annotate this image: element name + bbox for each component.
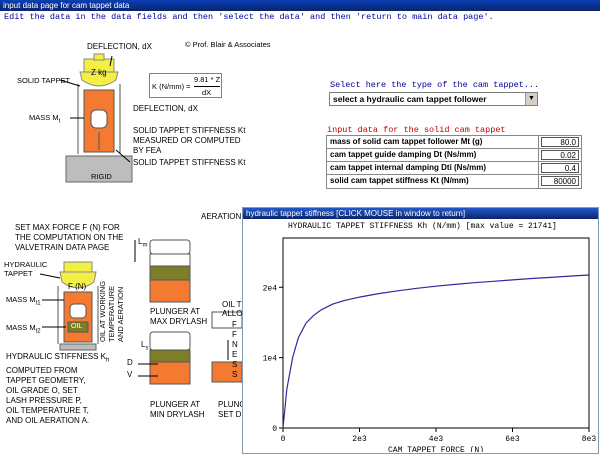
chevron-down-icon[interactable]: ▼ bbox=[525, 93, 537, 105]
hydraulic-tappet-label: HYDRAULIC TAPPET bbox=[4, 260, 48, 278]
tappet-type-select-value: select a hydraulic cam tappet follower bbox=[333, 94, 487, 104]
window-title-bar: input data page for cam tappet data bbox=[0, 0, 600, 11]
aeration-label: AERATION bbox=[201, 212, 242, 221]
instructions-text: Edit the data in the data fields and the… bbox=[4, 12, 494, 22]
oil-label: OIL bbox=[71, 323, 83, 330]
form-title: input data for the solid cam tappet bbox=[327, 125, 506, 135]
formula-divider bbox=[194, 86, 220, 87]
deflection-top-label: DEFLECTION, dX bbox=[87, 42, 152, 51]
solid-stiffness-arrow-label: SOLID TAPPET STIFFNESS Kt bbox=[133, 158, 246, 167]
y-tick-label: 0 bbox=[272, 425, 277, 434]
stiffness-formula-box: K (N/mm) = 9.81 * Z dX bbox=[149, 73, 222, 98]
stiffness-chart-window[interactable]: hydraulic tappet stiffness [CLICK MOUSE … bbox=[242, 207, 599, 454]
solid-stiffness-text: SOLID TAPPET STIFFNESS Kt MEASURED OR CO… bbox=[133, 126, 246, 155]
lm-label: Lm bbox=[138, 237, 148, 249]
hydraulic-stiffness-text: HYDRAULIC STIFFNESS Kh COMPUTED FROM TAP… bbox=[6, 352, 110, 425]
form-row-label: mass of solid cam tappet follower Mt (g) bbox=[327, 136, 539, 148]
mass-label: MASS Mt bbox=[29, 113, 61, 125]
x-tick-label: 2e3 bbox=[352, 435, 367, 444]
oil-t-partial-label: OIL T ALLO bbox=[222, 300, 243, 318]
y-tick-label: 1e4 bbox=[263, 355, 278, 364]
force-label: F (N) bbox=[68, 282, 87, 291]
d-label: D bbox=[127, 358, 133, 367]
partial-letters: F F N E S S bbox=[232, 320, 238, 379]
x-tick-label: 0 bbox=[281, 435, 286, 444]
mass-t2-label: MASS Mt2 bbox=[6, 323, 41, 335]
stiffness-series-line bbox=[282, 274, 590, 429]
x-tick-label: 4e3 bbox=[429, 435, 444, 444]
window-title: input data page for cam tappet data bbox=[3, 1, 130, 10]
formula-numerator: 9.81 * Z bbox=[194, 75, 221, 84]
form-row: cam tappet internal damping Dti (Ns/mm) … bbox=[327, 162, 581, 175]
tappet-type-selector-title: Select here the type of the cam tappet..… bbox=[330, 80, 540, 90]
plot-frame bbox=[282, 237, 590, 429]
form-row-label: solid cam tappet stiffness Kt (N/mm) bbox=[327, 175, 539, 188]
x-tick-label: 6e3 bbox=[505, 435, 520, 444]
z-kg-label: Z kg bbox=[91, 68, 107, 77]
x-axis-label: CAM TAPPET FORCE (N) bbox=[388, 446, 484, 452]
x-tick-label: 8e3 bbox=[582, 435, 597, 444]
deflection-bottom-label: DEFLECTION, dX bbox=[133, 104, 198, 113]
mass-t1-label: MASS Mt1 bbox=[6, 295, 41, 307]
oil-working-text: OIL AT WORKING TEMPERATURE AND AERATION bbox=[98, 280, 125, 342]
copyright-label: © Prof. Blair & Associates bbox=[185, 40, 271, 49]
form-row: cam tappet guide damping Dt (Ns/mm) 0.02 bbox=[327, 149, 581, 162]
v-label: V bbox=[127, 370, 133, 379]
form-row-label: cam tappet internal damping Dti (Ns/mm) bbox=[327, 162, 539, 174]
rigid-label: RIGID bbox=[91, 172, 112, 181]
solid-tappet-diagram: DEFLECTION, dX © Prof. Blair & Associate… bbox=[0, 22, 320, 192]
form-row: mass of solid cam tappet follower Mt (g)… bbox=[327, 136, 581, 149]
hydraulic-tappet-diagram: SET MAX FORCE F (N) FOR THE COMPUTATION … bbox=[0, 212, 250, 454]
solid-tappet-label: SOLID TAPPET bbox=[17, 76, 71, 85]
plunger-max-label: PLUNGER AT MAX DRYLASH bbox=[150, 307, 208, 326]
form-row-label: cam tappet guide damping Dt (Ns/mm) bbox=[327, 149, 539, 161]
ls-label: Ls bbox=[141, 340, 149, 352]
tappet-type-select[interactable]: select a hydraulic cam tappet follower ▼ bbox=[329, 92, 538, 106]
input-form: mass of solid cam tappet follower Mt (g)… bbox=[326, 135, 582, 189]
stiffness-input[interactable]: 80000 bbox=[541, 176, 579, 186]
formula-lhs: K (N/mm) = bbox=[152, 82, 191, 91]
plunger-min-label: PLUNGER AT MIN DRYLASH bbox=[150, 400, 205, 419]
internal-damping-input[interactable]: 0.4 bbox=[541, 163, 579, 173]
guide-damping-input[interactable]: 0.02 bbox=[541, 150, 579, 160]
formula-denominator: dX bbox=[202, 88, 212, 97]
y-tick-label: 2e4 bbox=[263, 284, 278, 293]
chart-window-title: hydraulic tappet stiffness [CLICK MOUSE … bbox=[243, 208, 598, 219]
set-max-force-text: SET MAX FORCE F (N) FOR THE COMPUTATION … bbox=[15, 223, 124, 252]
form-row: solid cam tappet stiffness Kt (N/mm) 800… bbox=[327, 175, 581, 188]
mass-input[interactable]: 80.0 bbox=[541, 137, 579, 147]
stiffness-chart: 0 2e3 4e3 6e3 8e3 0 1e4 2e4 CAM TAPPET FORCE (N) bbox=[263, 237, 597, 452]
